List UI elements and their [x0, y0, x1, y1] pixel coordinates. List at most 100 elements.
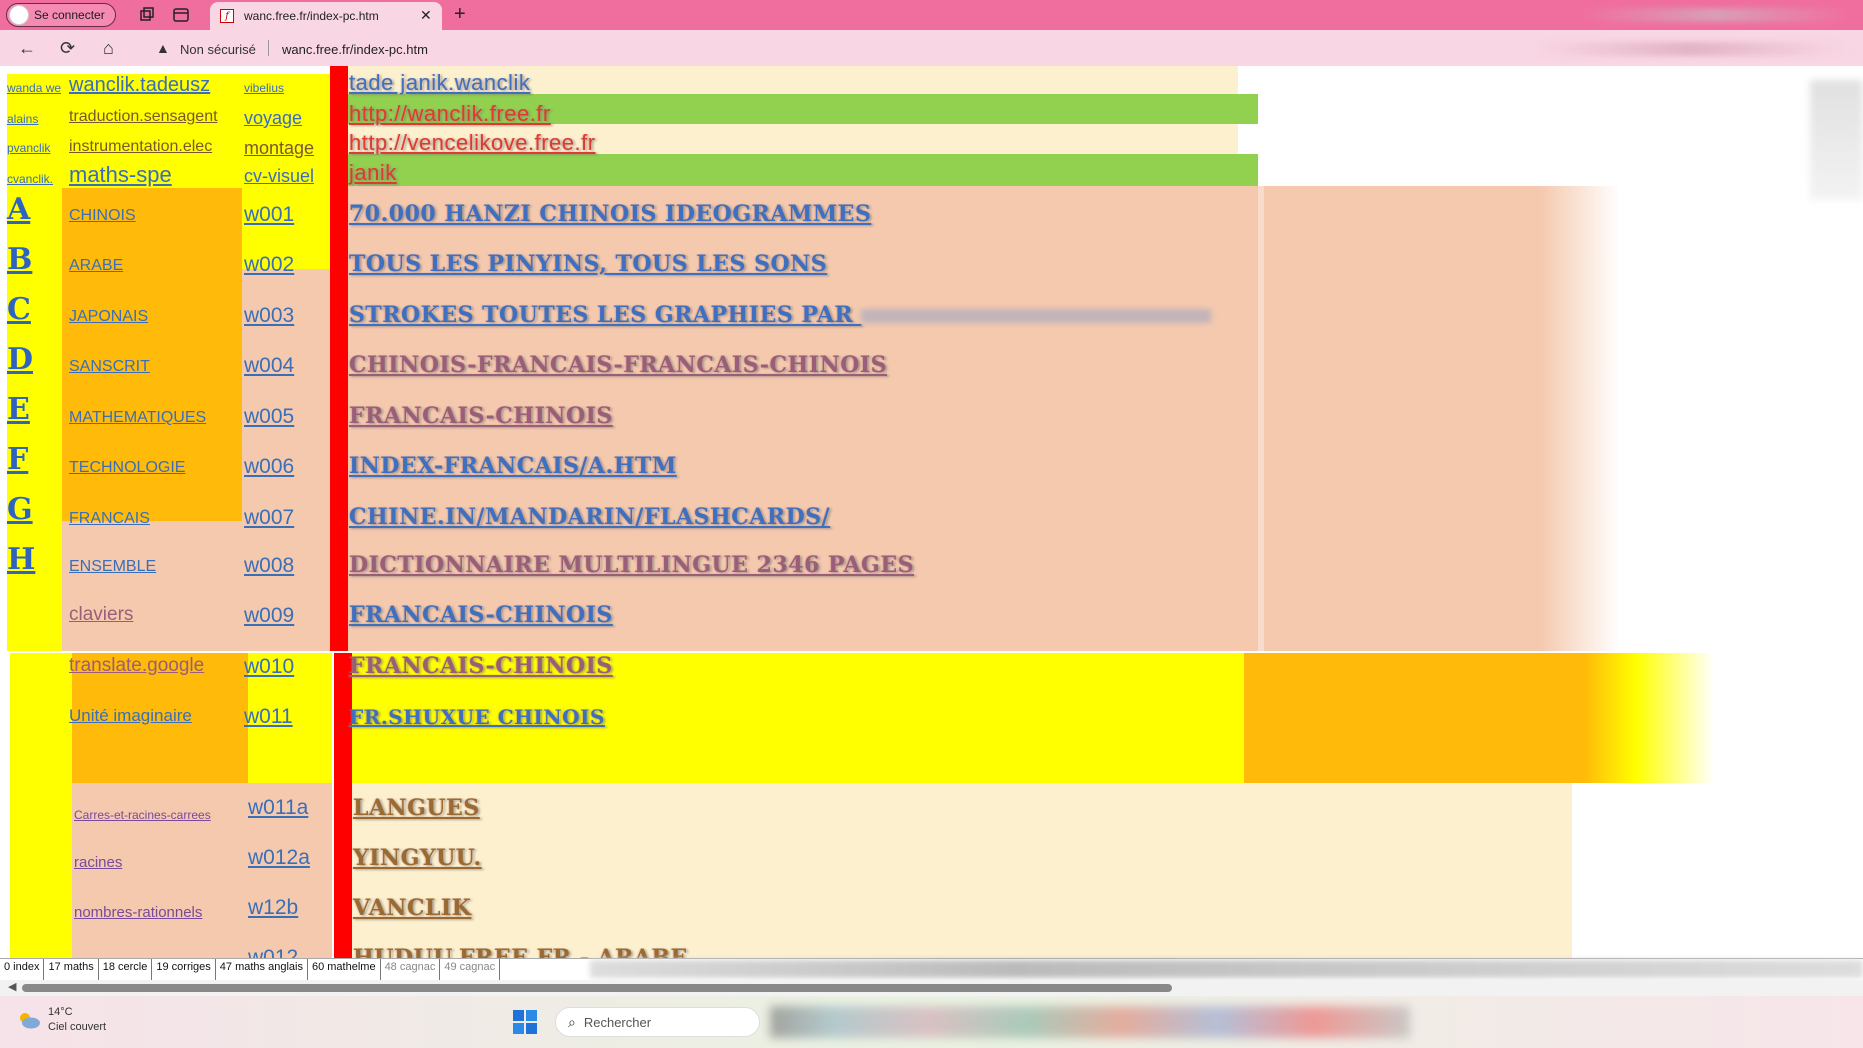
sheet-tab[interactable]: 18 cercle: [99, 959, 153, 980]
scroll-thumb[interactable]: [22, 984, 1172, 992]
sheet-tab[interactable]: 0 index: [0, 959, 45, 980]
link-pvanclik[interactable]: pvanclik: [7, 141, 50, 155]
letter-f[interactable]: F: [7, 442, 28, 477]
link-arabe[interactable]: ARABE: [69, 257, 123, 275]
link-sanscrit[interactable]: SANSCRIT: [69, 358, 150, 376]
link-vibelius[interactable]: vibelius: [244, 81, 284, 95]
sheet-tab[interactable]: 48 cagnac: [381, 959, 441, 980]
link-japonais[interactable]: JAPONAIS: [69, 308, 148, 326]
letter-g[interactable]: G: [7, 492, 33, 527]
link-w011[interactable]: w011: [244, 705, 293, 729]
scroll-left-arrow-icon[interactable]: ◀: [8, 980, 16, 993]
link-w008[interactable]: w008: [244, 554, 294, 578]
link-70000-hanzi[interactable]: 70.000 HANZI CHINOIS IDEOGRAMMES: [349, 201, 871, 227]
link-langues[interactable]: LANGUES: [353, 795, 480, 821]
link-cv-visuel[interactable]: cv-visuel: [244, 166, 314, 187]
letter-e[interactable]: E: [7, 392, 30, 427]
link-translate-google[interactable]: translate.google: [69, 655, 204, 677]
link-index-francais[interactable]: INDEX-FRANCAIS/A.HTM: [349, 453, 677, 479]
weather-temperature[interactable]: 14°C: [48, 1006, 73, 1018]
link-dictionnaire[interactable]: DICTIONNAIRE MULTILINGUE 2346 PAGES: [349, 552, 914, 578]
link-w12b[interactable]: w12b: [248, 896, 298, 920]
horizontal-scrollbar[interactable]: ◀: [0, 980, 1863, 996]
link-voyage[interactable]: voyage: [244, 108, 302, 129]
sheet-tabs-overflow[interactable]: [590, 960, 1863, 978]
sheet-tab[interactable]: 19 corriges: [152, 959, 216, 980]
link-francais[interactable]: FRANCAIS: [69, 510, 150, 528]
link-francais-chinois-1[interactable]: FRANCAIS-CHINOIS: [349, 403, 613, 429]
link-francais-chinois-2[interactable]: FRANCAIS-CHINOIS: [349, 602, 613, 628]
letter-a[interactable]: A: [7, 192, 30, 227]
link-traduction[interactable]: traduction.sensagent: [69, 108, 218, 126]
taskbar-search-box[interactable]: ⌕ Rechercher: [555, 1007, 760, 1037]
link-racines[interactable]: racines: [74, 854, 122, 871]
link-w010[interactable]: w010: [244, 655, 294, 679]
link-tade-janik[interactable]: tade janik.wanclik: [349, 70, 530, 96]
link-w012a[interactable]: w012a: [248, 846, 310, 870]
sheet-tab[interactable]: 49 cagnac: [440, 959, 501, 980]
link-mathematiques[interactable]: MATHEMATIQUES: [69, 409, 206, 427]
link-chine-in[interactable]: CHINE.IN/MANDARIN/FLASHCARDS/: [349, 504, 830, 530]
link-maths-spe[interactable]: maths-spe: [69, 162, 172, 188]
link-alains[interactable]: alains: [7, 112, 38, 126]
sheet-tab[interactable]: 60 mathelme: [308, 959, 381, 980]
link-wanclik-tadeusz[interactable]: wanclik.tadeusz: [69, 74, 210, 97]
workspaces-icon[interactable]: [138, 6, 156, 24]
link-francais-chinois-3[interactable]: FRANCAIS-CHINOIS: [349, 653, 613, 679]
link-fr-shuxue[interactable]: FR.SHUXUE CHINOIS: [349, 705, 605, 729]
new-tab-button[interactable]: +: [454, 3, 466, 26]
warning-icon[interactable]: ▲: [156, 40, 170, 56]
letter-c[interactable]: C: [7, 292, 31, 327]
link-yingyuu[interactable]: YINGYUU.: [353, 845, 482, 871]
tab-actions-icon[interactable]: [172, 6, 190, 24]
link-vencelikove[interactable]: http://vencelikove.free.fr: [349, 130, 596, 156]
link-w003[interactable]: w003: [244, 304, 294, 328]
reload-icon[interactable]: ⟳: [60, 38, 75, 59]
letter-b[interactable]: B: [7, 242, 32, 277]
link-carres-racines[interactable]: Carres-et-racines-carrees: [74, 808, 211, 822]
sheet-tab[interactable]: 47 maths anglais: [216, 959, 308, 980]
window-controls[interactable]: [1580, 8, 1850, 22]
vertical-scrollbar[interactable]: [1810, 80, 1863, 200]
link-w012[interactable]: w012: [248, 946, 298, 958]
link-wanda[interactable]: wanda we: [7, 81, 61, 95]
link-ensemble[interactable]: ENSEMBLE: [69, 558, 156, 576]
link-nombres-rationnels[interactable]: nombres-rationnels: [74, 904, 202, 921]
link-wanclik-free[interactable]: http://wanclik.free.fr: [349, 101, 551, 127]
weather-description[interactable]: Ciel couvert: [48, 1021, 106, 1033]
back-arrow-icon[interactable]: ←: [18, 38, 36, 59]
link-vanclik[interactable]: VANCLIK: [353, 895, 471, 921]
link-cvanclik[interactable]: cvanclik.: [7, 172, 53, 186]
letter-d[interactable]: D: [7, 342, 33, 377]
link-w006[interactable]: w006: [244, 455, 294, 479]
tab-active[interactable]: f wanc.free.fr/index-pc.htm: [210, 2, 442, 30]
toolbar-extensions[interactable]: [1530, 42, 1850, 56]
link-montage[interactable]: montage: [244, 138, 314, 159]
cloud-weather-icon[interactable]: [16, 1010, 42, 1030]
close-icon[interactable]: ✕: [420, 7, 432, 24]
letter-h[interactable]: H: [7, 542, 35, 577]
link-strokes[interactable]: STROKES TOUTES LES GRAPHIES PAR: [349, 302, 1212, 328]
link-instrumentation[interactable]: instrumentation.elec: [69, 138, 212, 156]
link-janik[interactable]: janik: [349, 160, 397, 186]
taskbar-pinned-apps[interactable]: [770, 1006, 1410, 1038]
link-chinois[interactable]: CHINOIS: [69, 207, 136, 225]
link-w009[interactable]: w009: [244, 604, 294, 628]
link-huduu-arabe[interactable]: HUDUU.FREE.FR - ARABE: [353, 945, 688, 958]
link-unite-imaginaire[interactable]: Unité imaginaire: [69, 706, 192, 726]
link-w002[interactable]: w002: [244, 253, 294, 277]
sheet-tab[interactable]: 17 maths: [44, 959, 99, 980]
link-w007[interactable]: w007: [244, 506, 294, 530]
security-label[interactable]: Non sécurisé: [180, 42, 256, 57]
link-claviers[interactable]: claviers: [69, 604, 133, 626]
link-w001[interactable]: w001: [244, 203, 294, 227]
windows-start-icon[interactable]: [512, 1009, 538, 1035]
link-technologie[interactable]: TECHNOLOGIE: [69, 459, 185, 477]
link-w004[interactable]: w004: [244, 354, 294, 378]
link-tous-les-pinyins[interactable]: TOUS LES PINYINS, TOUS LES SONS: [349, 251, 827, 277]
link-w011a[interactable]: w011a: [248, 796, 308, 820]
link-w005[interactable]: w005: [244, 405, 294, 429]
url-field[interactable]: wanc.free.fr/index-pc.htm: [282, 42, 428, 57]
home-icon[interactable]: ⌂: [103, 38, 114, 59]
link-chinois-francais[interactable]: CHINOIS-FRANCAIS-FRANCAIS-CHINOIS: [349, 352, 887, 378]
